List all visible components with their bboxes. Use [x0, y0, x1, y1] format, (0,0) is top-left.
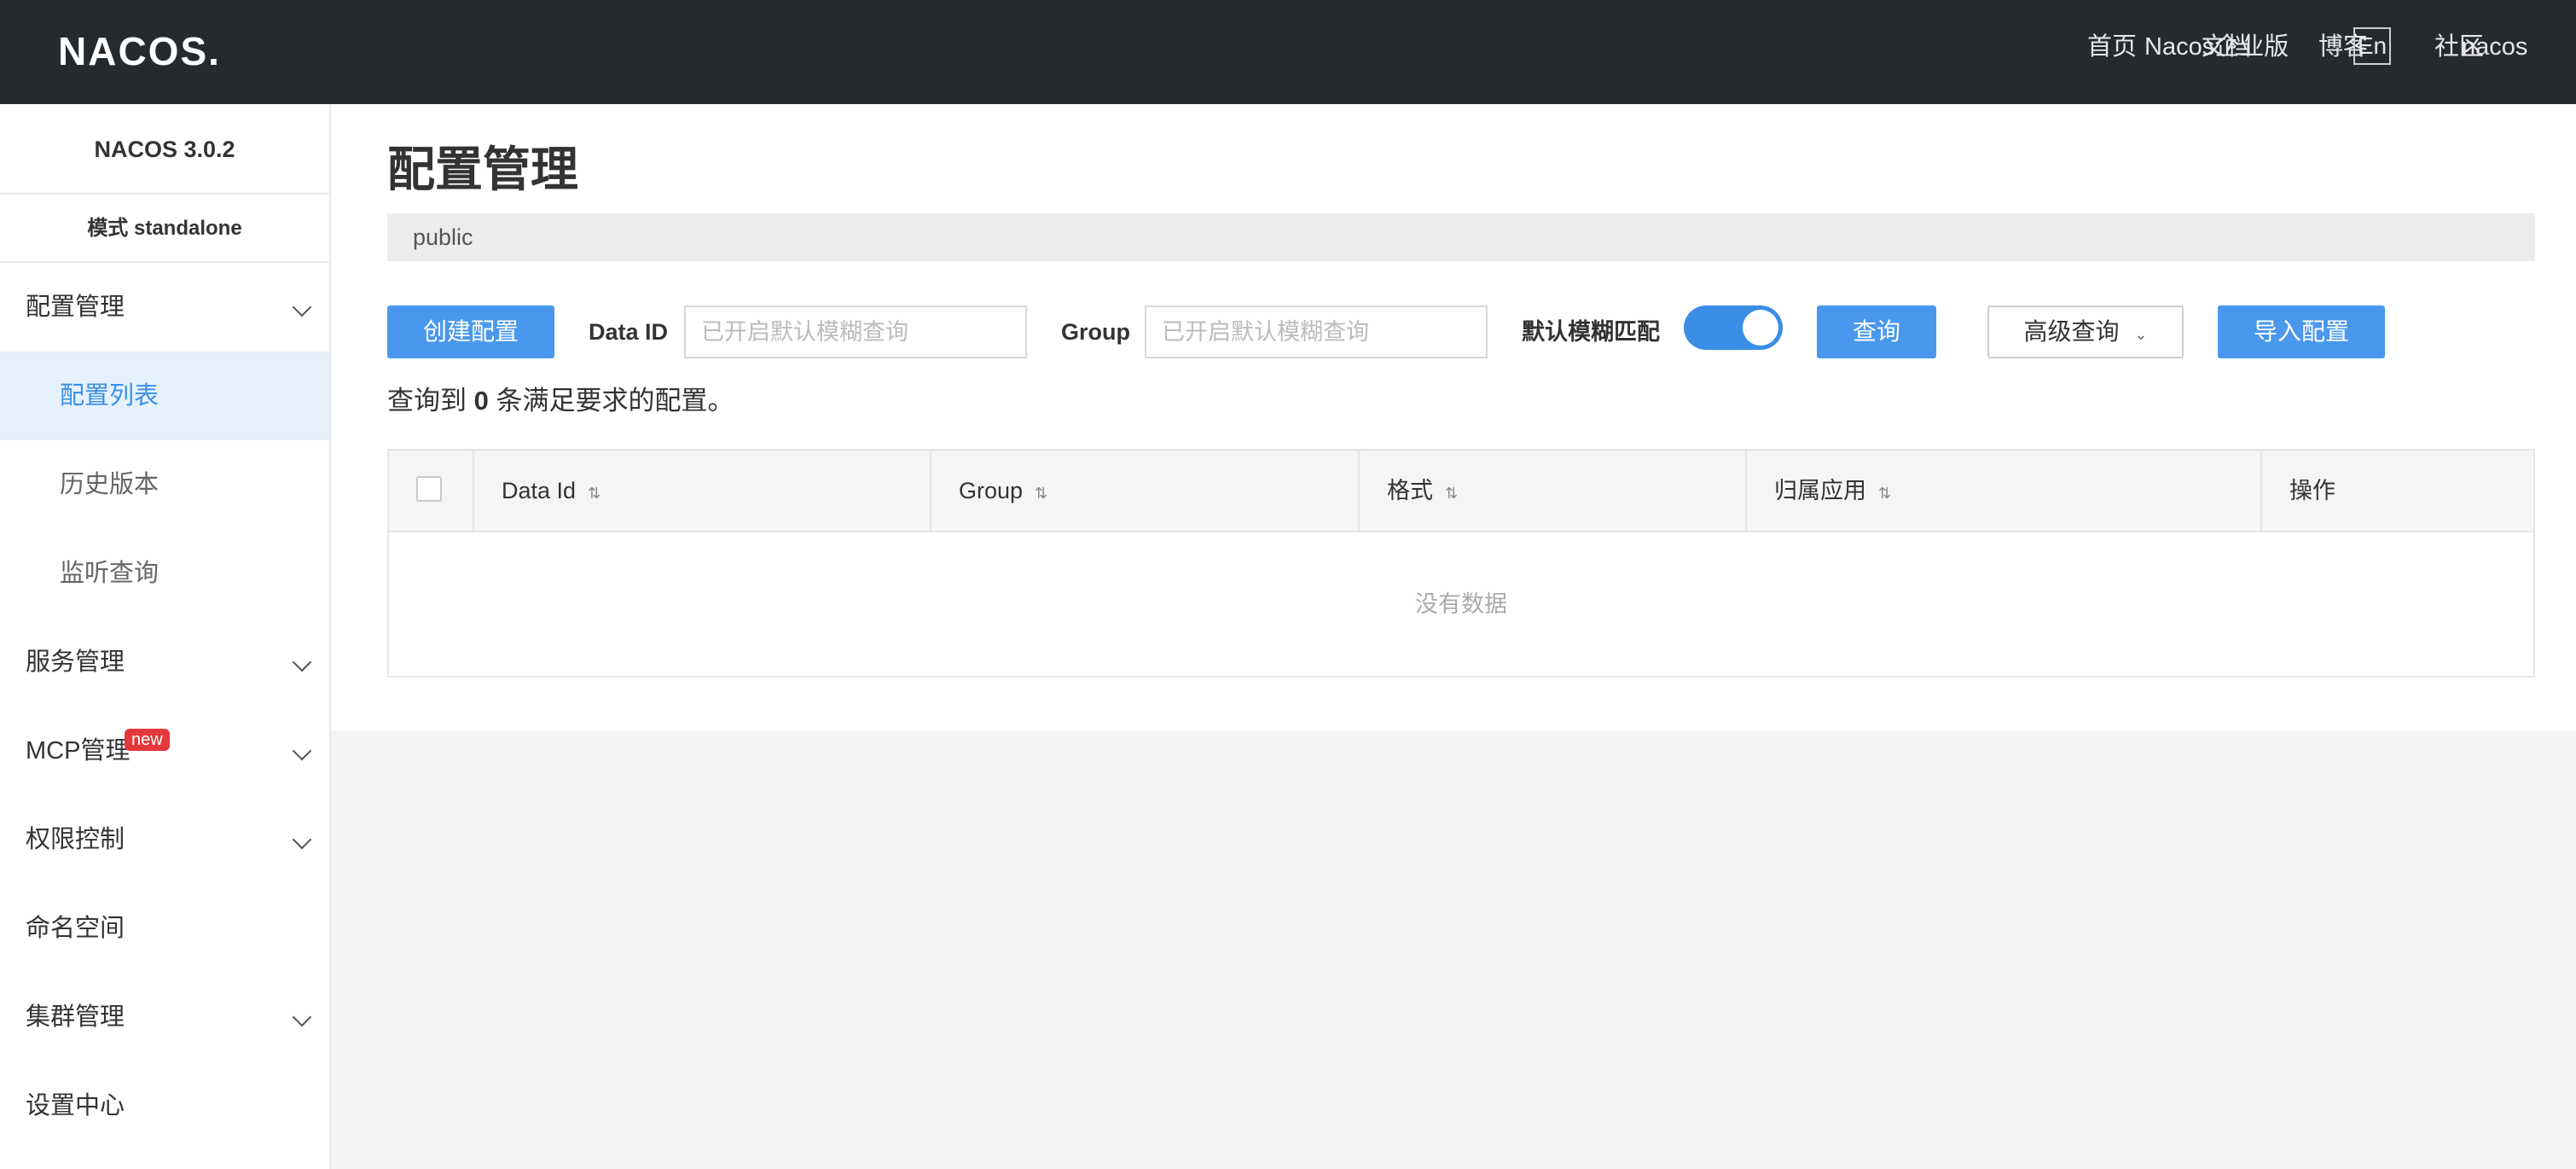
user-menu[interactable]: nacos: [2462, 0, 2527, 94]
chevron-down-icon: [292, 652, 312, 672]
advanced-query-label: 高级查询: [2023, 318, 2120, 345]
version-label: NACOS 3.0.2: [0, 104, 329, 195]
toggle-knob: [1743, 310, 1778, 346]
namespace-tab-public[interactable]: public: [413, 224, 473, 250]
sidebar-item-mcp-management[interactable]: MCP管理 new: [0, 707, 329, 795]
sidebar-item-history[interactable]: 历史版本: [0, 440, 329, 529]
sidebar-item-namespace[interactable]: 命名空间: [0, 884, 329, 973]
column-actions: 操作: [2262, 451, 2533, 531]
language-toggle-button[interactable]: En: [2353, 27, 2391, 65]
chevron-down-icon: [292, 741, 312, 761]
namespace-bar: public: [387, 213, 2535, 261]
sidebar-item-config-management[interactable]: 配置管理: [0, 263, 329, 352]
sidebar-item-settings[interactable]: 设置中心: [0, 1061, 329, 1150]
sidebar-item-label: 配置管理: [26, 294, 125, 321]
sidebar-item-label: 集群管理: [26, 1003, 125, 1031]
sidebar-item-listener-query[interactable]: 监听查询: [0, 529, 329, 618]
result-summary: 查询到 0 条满足要求的配置。: [387, 382, 734, 420]
chevron-down-icon: ⌄: [2134, 326, 2148, 343]
sidebar-item-label: 设置中心: [26, 1092, 125, 1120]
column-label: 格式: [1387, 478, 1433, 503]
column-label: Data Id: [502, 478, 577, 503]
column-label: 操作: [2289, 478, 2335, 503]
sidebar-item-label: 服务管理: [26, 648, 125, 676]
mode-label: 模式 standalone: [0, 195, 329, 263]
empty-state: 没有数据: [1415, 591, 1507, 617]
sort-icon[interactable]: ⇅: [1035, 485, 1047, 502]
main-panel: 配置管理 public 创建配置 Data ID 已开启默认模糊查询 Group…: [331, 104, 2576, 730]
column-label: Group: [959, 478, 1024, 503]
sort-icon[interactable]: ⇅: [1445, 485, 1458, 502]
sidebar-item-cluster-management[interactable]: 集群管理: [0, 973, 329, 1061]
result-suffix: 条满足要求的配置。: [496, 386, 734, 416]
advanced-query-button[interactable]: 高级查询 ⌄: [1987, 305, 2184, 358]
page-title: 配置管理: [387, 142, 578, 196]
query-button[interactable]: 查询: [1817, 305, 1936, 358]
fuzzy-match-toggle[interactable]: [1684, 305, 1783, 350]
result-prefix: 查询到: [387, 386, 467, 416]
sidebar: NACOS 3.0.2 模式 standalone 配置管理 配置列表 历史版本…: [0, 104, 331, 1169]
sidebar-item-service-management[interactable]: 服务管理: [0, 618, 329, 707]
sidebar-item-label: 命名空间: [26, 915, 125, 942]
sidebar-item-access-control[interactable]: 权限控制: [0, 795, 329, 884]
table-header: Data Id ⇅ Group ⇅ 格式 ⇅ 归属应用 ⇅ 操作: [389, 451, 2533, 532]
logo-text: NACOS.: [58, 29, 221, 73]
chevron-down-icon: [292, 297, 312, 317]
data-id-input[interactable]: 已开启默认模糊查询: [684, 305, 1027, 358]
column-format[interactable]: 格式 ⇅: [1360, 451, 1747, 531]
column-data-id[interactable]: Data Id ⇅: [474, 451, 931, 531]
select-all-cell: [389, 451, 474, 531]
nav-enterprise[interactable]: Nacos企业版: [2144, 0, 2289, 94]
create-config-button[interactable]: 创建配置: [387, 305, 554, 358]
column-label: 归属应用: [1774, 478, 1866, 503]
column-group[interactable]: Group ⇅: [931, 451, 1360, 531]
new-badge: new: [125, 729, 170, 751]
config-table: Data Id ⇅ Group ⇅ 格式 ⇅ 归属应用 ⇅ 操作 没有数据: [387, 449, 2535, 678]
sort-icon[interactable]: ⇅: [588, 485, 600, 502]
sidebar-item-label: MCP管理: [26, 737, 131, 765]
import-config-button[interactable]: 导入配置: [2218, 305, 2385, 358]
data-id-label: Data ID: [589, 319, 669, 345]
result-count: 0: [473, 386, 489, 416]
top-navbar: NACOS. 首页 文档 博客 社区 Nacos企业版 En nacos: [0, 0, 2576, 104]
chevron-down-icon: [292, 1007, 312, 1027]
nacos-logo[interactable]: NACOS.: [58, 24, 221, 79]
group-input[interactable]: 已开启默认模糊查询: [1145, 305, 1488, 358]
sidebar-item-config-list[interactable]: 配置列表: [0, 352, 329, 440]
column-app[interactable]: 归属应用 ⇅: [1747, 451, 2262, 531]
fuzzy-match-label: 默认模糊匹配: [1522, 319, 1660, 345]
chevron-down-icon: [292, 829, 312, 850]
group-label: Group: [1061, 319, 1130, 345]
select-all-checkbox[interactable]: [416, 476, 442, 502]
sidebar-item-label: 权限控制: [26, 826, 125, 853]
sort-icon[interactable]: ⇅: [1878, 485, 1891, 502]
nav-home[interactable]: 首页: [2087, 0, 2137, 94]
